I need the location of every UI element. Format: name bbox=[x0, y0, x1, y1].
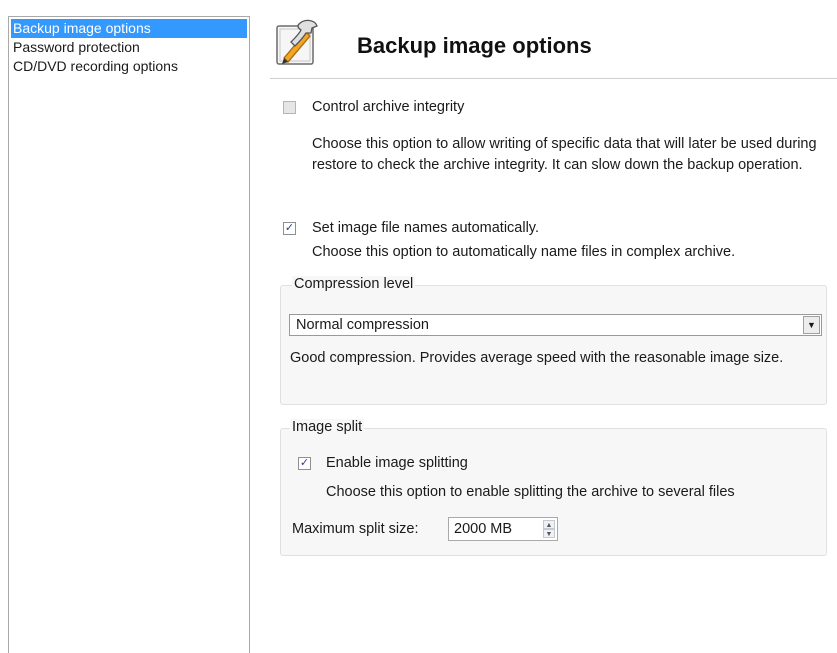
sidebar-item-cd-dvd-recording-options[interactable]: CD/DVD recording options bbox=[9, 57, 249, 76]
wrench-pencil-icon bbox=[275, 18, 321, 68]
max-split-size-label: Maximum split size: bbox=[292, 521, 419, 537]
enable-splitting-checkbox[interactable]: ✓ bbox=[298, 457, 311, 470]
compression-group-title: Compression level bbox=[292, 276, 416, 292]
sidebar-item-password-protection[interactable]: Password protection bbox=[9, 38, 249, 57]
control-integrity-label: Control archive integrity bbox=[312, 99, 465, 115]
options-sidebar: Backup image options Password protection… bbox=[8, 16, 250, 653]
splitting-description: Choose this option to enable splitting t… bbox=[326, 484, 735, 500]
enable-splitting-label: Enable image splitting bbox=[326, 455, 468, 471]
control-integrity-checkbox[interactable] bbox=[283, 101, 296, 114]
spin-down-icon[interactable]: ▼ bbox=[543, 529, 555, 538]
compression-description: Good compression. Provides average speed… bbox=[290, 350, 784, 366]
max-split-size-value: 2000 MB bbox=[454, 521, 513, 537]
auto-names-label: Set image file names automatically. bbox=[312, 220, 540, 236]
page-title: Backup image options bbox=[357, 33, 592, 58]
spin-buttons[interactable]: ▲ ▼ bbox=[543, 520, 555, 538]
max-split-size-stepper[interactable]: 2000 MB ▲ ▼ bbox=[448, 517, 558, 541]
page-header: Backup image options bbox=[270, 0, 837, 79]
compression-group bbox=[280, 285, 827, 405]
image-split-group-title: Image split bbox=[290, 419, 365, 435]
chevron-down-icon[interactable]: ▼ bbox=[803, 316, 820, 334]
spin-up-icon[interactable]: ▲ bbox=[543, 520, 555, 529]
sidebar-item-backup-image-options[interactable]: Backup image options bbox=[11, 19, 247, 38]
compression-level-value: Normal compression bbox=[296, 317, 429, 333]
control-integrity-description: Choose this option to allow writing of s… bbox=[312, 136, 817, 173]
auto-names-checkbox[interactable]: ✓ bbox=[283, 222, 296, 235]
compression-level-select[interactable]: Normal compression ▼ bbox=[289, 314, 822, 336]
options-content: Backup image options Control archive int… bbox=[270, 0, 837, 653]
header-divider bbox=[270, 78, 837, 79]
auto-names-description: Choose this option to automatically name… bbox=[312, 244, 736, 260]
